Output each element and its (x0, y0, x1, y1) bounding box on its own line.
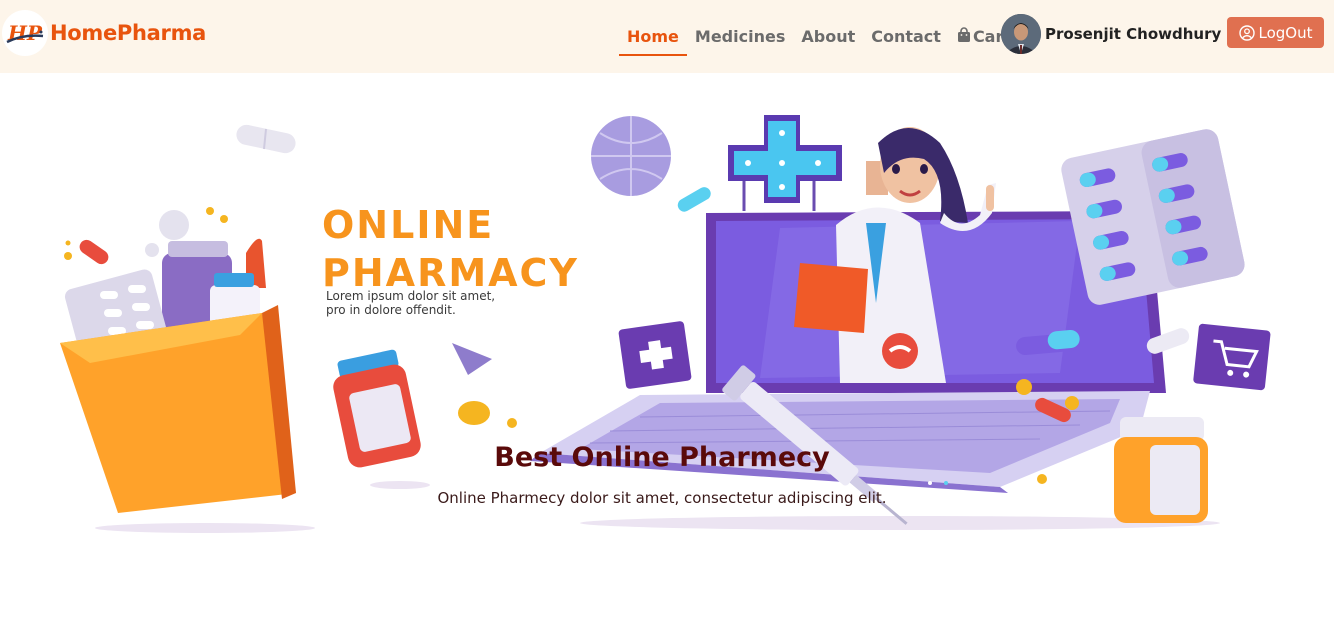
nav-home[interactable]: Home (619, 0, 687, 73)
logout-label: LogOut (1258, 23, 1313, 42)
hero-subtitle: Online Pharmecy dolor sit amet, consecte… (437, 489, 887, 507)
banner-text-line-2: pro in dolore offendit. (326, 303, 456, 317)
hp-logo-icon: HP (6, 21, 44, 45)
pharmacy-illustration (60, 115, 1271, 533)
banner-text: Lorem ipsum dolor sit amet, pro in dolor… (326, 289, 556, 317)
shopping-bag-icon (957, 26, 971, 47)
nav-contact[interactable]: Contact (863, 0, 949, 73)
nav-medicines[interactable]: Medicines (687, 0, 793, 73)
brand-name: HomePharma (50, 21, 207, 45)
user-profile[interactable]: Prosenjit Chowdhury (1001, 14, 1221, 54)
nav-about[interactable]: About (793, 0, 863, 73)
banner-headline: ONLINE PHARMACY (322, 201, 579, 297)
blister-pack (1061, 129, 1245, 305)
pharmacy-cross-sign (728, 115, 842, 211)
hero-title: Best Online Pharmecy (494, 442, 830, 473)
medical-plus-box (618, 321, 692, 389)
avatar (1001, 14, 1041, 54)
shopping-cart-box (1193, 323, 1271, 391)
banner-line-1: ONLINE (322, 203, 495, 247)
banner-text-line-1: Lorem ipsum dolor sit amet, (326, 289, 496, 303)
hero-banner: ONLINE PHARMACY Lorem ipsum dolor sit am… (0, 73, 1334, 621)
main-nav: Home Medicines About Contact Cart (619, 0, 1019, 73)
user-circle-icon (1238, 24, 1255, 41)
logout-button[interactable]: LogOut (1227, 17, 1324, 48)
brand-logo: HP (2, 10, 48, 56)
navbar: HP HomePharma Home Medicines About Conta… (0, 0, 1334, 73)
username: Prosenjit Chowdhury (1045, 25, 1222, 43)
svg-text:HP: HP (7, 21, 43, 45)
brand[interactable]: HP HomePharma (2, 10, 206, 56)
